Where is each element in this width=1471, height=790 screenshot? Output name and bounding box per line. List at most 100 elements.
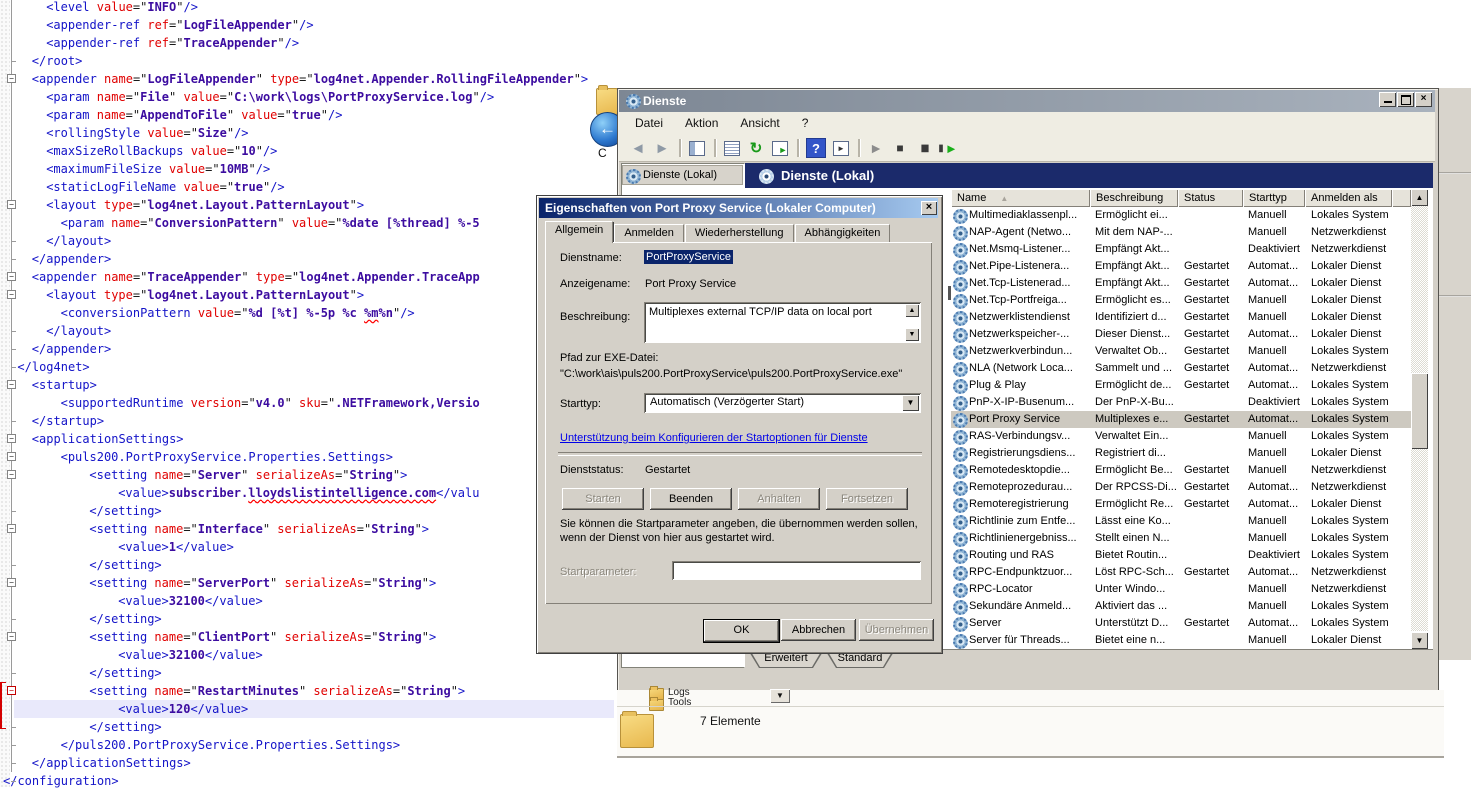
table-row[interactable]: Routing und RASBietet Routin...Deaktivie… xyxy=(951,547,1411,564)
fold-toggle-icon[interactable]: − xyxy=(7,686,16,695)
scroll-down-icon[interactable]: ▼ xyxy=(905,328,919,341)
table-row[interactable]: Sekundäre Anmeld...Aktiviert das ...Manu… xyxy=(951,598,1411,615)
table-row[interactable]: NLA (Network Loca...Sammelt und ...Gesta… xyxy=(951,360,1411,377)
fold-toggle-icon[interactable]: − xyxy=(7,434,16,443)
table-row[interactable]: NetzwerklistendienstIdentifiziert d...Ge… xyxy=(951,309,1411,326)
column-header-name[interactable]: Name▲ xyxy=(951,189,1090,207)
console-tree-icon[interactable] xyxy=(686,138,708,159)
column-header-beschreibung[interactable]: Beschreibung xyxy=(1090,189,1178,207)
fold-toggle-icon[interactable]: − xyxy=(7,200,16,209)
column-header-starttyp[interactable]: Starttyp xyxy=(1243,189,1305,207)
show-console-tree-icon[interactable]: ► xyxy=(830,138,852,159)
table-row[interactable]: Remoteprozedurau...Der RPCSS-Di...Gestar… xyxy=(951,479,1411,496)
tree-item-label: Dienste (Lokal) xyxy=(643,169,717,181)
table-row[interactable]: Richtlinienergebniss...Stellt einen N...… xyxy=(951,530,1411,547)
scrollbar-up-button[interactable]: ▲ xyxy=(1411,189,1428,206)
chevron-down-icon[interactable]: ▼ xyxy=(770,689,790,703)
fold-toggle-icon[interactable]: − xyxy=(7,524,16,533)
chevron-down-icon[interactable]: ▼ xyxy=(902,395,919,411)
startup-type-combobox[interactable]: Automatisch (Verzögerter Start) ▼ xyxy=(644,393,921,413)
table-row[interactable]: Net.Tcp-Portfreiga...Ermöglicht es...Ges… xyxy=(951,292,1411,309)
scroll-up-icon[interactable]: ▲ xyxy=(905,304,919,317)
minimize-button[interactable] xyxy=(1379,92,1396,107)
restart-service-icon[interactable]: ▮► xyxy=(937,138,959,159)
table-row[interactable]: NAP-Agent (Netwo...Mit dem NAP-...Manuel… xyxy=(951,224,1411,241)
column-header-anmelden-als[interactable]: Anmelden als xyxy=(1305,189,1392,207)
scrollbar-thumb[interactable] xyxy=(1411,373,1428,449)
gear-icon xyxy=(953,294,968,309)
fold-toggle-icon[interactable]: − xyxy=(7,290,16,299)
service-logon-cell: Lokales System xyxy=(1305,207,1405,224)
table-row[interactable]: Net.Tcp-Listenerad...Empfängt Akt...Gest… xyxy=(951,275,1411,292)
table-row[interactable]: PnP-X-IP-Busenum...Der PnP-X-Bu...Deakti… xyxy=(951,394,1411,411)
table-row[interactable]: RemoteregistrierungErmöglicht Re...Gesta… xyxy=(951,496,1411,513)
fold-toggle-icon[interactable]: − xyxy=(7,272,16,281)
table-row[interactable]: ServerUnterstützt D...GestartetAutomat..… xyxy=(951,615,1411,632)
fold-toggle-icon[interactable]: − xyxy=(7,578,16,587)
table-row[interactable]: Server für Threads...Bietet eine n...Man… xyxy=(951,632,1411,649)
close-icon[interactable]: × xyxy=(1415,92,1432,107)
service-name-cell: PnP-X-IP-Busenum... xyxy=(951,394,1090,411)
service-logon-cell: Netzwerkdienst xyxy=(1305,564,1405,581)
dialog-titlebar[interactable]: Eigenschaften von Port Proxy Service (Lo… xyxy=(539,198,938,218)
export-list-icon[interactable]: ► xyxy=(769,138,791,159)
code-line: </setting> xyxy=(89,718,161,736)
table-row[interactable]: Netzwerkverbindun...Verwaltet Ob...Gesta… xyxy=(951,343,1411,360)
help-icon[interactable]: ? xyxy=(806,138,826,158)
startup-options-help-link[interactable]: Unterstützung beim Konfigurieren der Sta… xyxy=(560,432,868,444)
service-desc-cell: Ermöglicht Re... xyxy=(1090,496,1178,513)
service-name-cell: NLA (Network Loca... xyxy=(951,360,1090,377)
column-header-status[interactable]: Status xyxy=(1178,189,1243,207)
cancel-button[interactable]: Abbrechen xyxy=(781,619,856,641)
service-name-value[interactable]: PortProxyService xyxy=(644,250,733,264)
table-row[interactable]: Multimediaklassenpl...Ermöglicht ei...Ma… xyxy=(951,207,1411,224)
table-row[interactable]: Richtlinie zum Entfe...Lässt eine Ko...M… xyxy=(951,513,1411,530)
tab-abhangigkeiten[interactable]: Abhängigkeiten xyxy=(795,224,891,243)
table-row[interactable]: Port Proxy ServiceMultiplexes e...Gestar… xyxy=(951,411,1411,428)
menu-aktion[interactable]: Aktion xyxy=(685,112,718,135)
refresh-icon[interactable]: ↻ xyxy=(745,138,767,159)
beenden-button[interactable]: Beenden xyxy=(650,488,732,510)
scrollbar-down-button[interactable]: ▼ xyxy=(1411,632,1428,649)
services-window-titlebar[interactable]: Dienste xyxy=(619,90,1435,112)
description-text: Multiplexes external TCP/IP data on loca… xyxy=(649,306,899,319)
ok-button[interactable]: OK xyxy=(703,619,780,643)
tab-anmelden[interactable]: Anmelden xyxy=(614,224,684,243)
fold-end-tick xyxy=(11,511,16,512)
fold-toggle-icon[interactable]: − xyxy=(7,452,16,461)
forward-icon[interactable]: ► xyxy=(651,138,673,159)
editor-selection-margin xyxy=(0,0,10,787)
menu-help[interactable]: ? xyxy=(802,112,809,135)
pause-service-icon[interactable]: ▮▮ xyxy=(913,138,935,159)
stop-service-icon[interactable]: ■ xyxy=(889,138,911,159)
properties-icon[interactable] xyxy=(721,138,743,159)
fold-toggle-icon[interactable]: − xyxy=(7,470,16,479)
tab-wiederherstellung[interactable]: Wiederherstellung xyxy=(685,224,794,243)
start-service-icon[interactable]: ► xyxy=(865,138,887,159)
fold-toggle-icon[interactable]: − xyxy=(7,632,16,641)
table-row[interactable]: Remotedesktopdie...Ermöglicht Be...Gesta… xyxy=(951,462,1411,479)
back-icon[interactable]: ◄ xyxy=(627,138,649,159)
table-row[interactable]: Plug & PlayErmöglicht de...GestartetAuto… xyxy=(951,377,1411,394)
sort-asc-icon: ▲ xyxy=(1000,194,1008,203)
maximize-button[interactable] xyxy=(1397,92,1414,107)
table-row[interactable]: RPC-LocatorUnter Windo...ManuellNetzwerk… xyxy=(951,581,1411,598)
menu-datei[interactable]: Datei xyxy=(635,112,663,135)
description-field[interactable]: Multiplexes external TCP/IP data on loca… xyxy=(644,302,921,343)
start-params-input xyxy=(672,561,921,580)
tree-item-dienste-lokal[interactable]: Dienste (Lokal) xyxy=(622,165,743,185)
table-row[interactable]: RAS-Verbindungsv...Verwaltet Ein...Manue… xyxy=(951,428,1411,445)
table-row[interactable]: Net.Msmq-Listener...Empfängt Akt...Deakt… xyxy=(951,241,1411,258)
table-row[interactable]: Registrierungsdiens...Registriert di...M… xyxy=(951,445,1411,462)
close-icon[interactable]: × xyxy=(921,201,937,215)
fold-toggle-icon[interactable]: − xyxy=(7,74,16,83)
table-row[interactable]: Netzwerkspeicher-...Dieser Dienst...Gest… xyxy=(951,326,1411,343)
table-row[interactable]: Net.Pipe-Listenera...Empfängt Akt...Gest… xyxy=(951,258,1411,275)
table-row[interactable]: RPC-Endpunktzuor...Löst RPC-Sch...Gestar… xyxy=(951,564,1411,581)
tab-allgemein[interactable]: Allgemein xyxy=(545,221,613,243)
fold-toggle-icon[interactable]: − xyxy=(7,380,16,389)
menu-ansicht[interactable]: Ansicht xyxy=(740,112,779,135)
fortsetzen-button: Fortsetzen xyxy=(826,488,908,510)
column-header-filler[interactable] xyxy=(1392,189,1411,207)
code-line: <setting name="Interface" serializeAs="S… xyxy=(89,520,429,538)
